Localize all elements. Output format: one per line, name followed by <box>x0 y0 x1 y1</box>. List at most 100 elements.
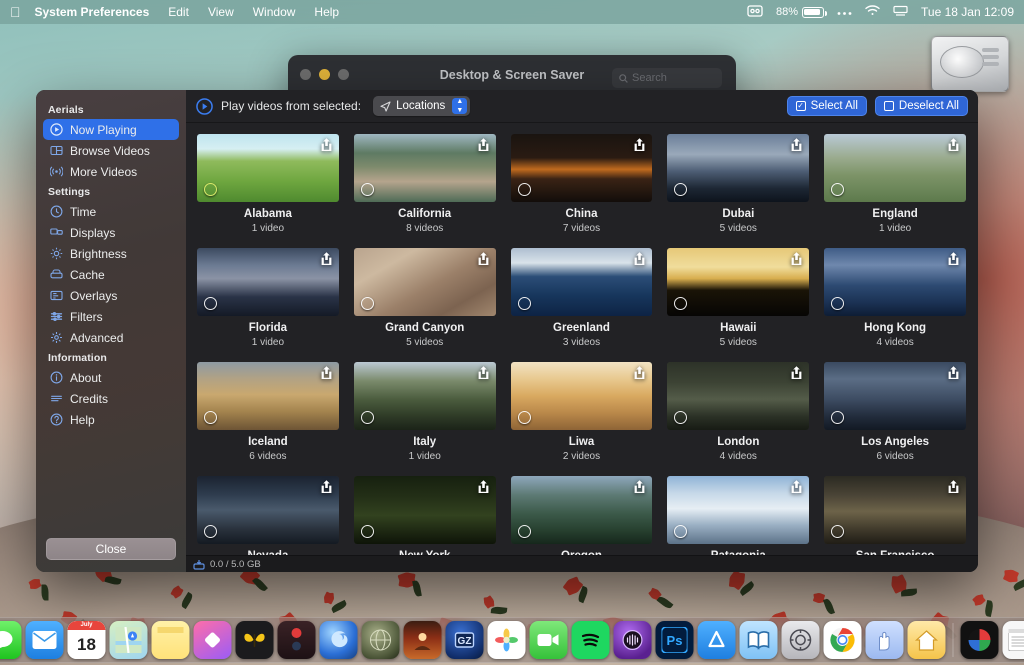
deselect-all-button[interactable]: Deselect All <box>874 96 968 116</box>
video-thumbnail[interactable] <box>510 248 653 316</box>
sidebar-item-filters[interactable]: Filters <box>43 306 179 327</box>
video-card[interactable]: Liwa 2 videos <box>510 362 653 463</box>
share-arrow-icon[interactable] <box>476 479 491 494</box>
sidebar-item-displays[interactable]: Displays <box>43 222 179 243</box>
menu-item-view[interactable]: View <box>208 5 234 19</box>
dock-item-document-window[interactable] <box>1002 621 1024 659</box>
dock-app-app-store[interactable] <box>697 621 736 659</box>
share-arrow-icon[interactable] <box>946 479 961 494</box>
video-thumbnail[interactable] <box>197 134 339 202</box>
share-arrow-icon[interactable] <box>946 137 961 152</box>
display-mirror-icon[interactable] <box>893 5 908 20</box>
video-thumbnail[interactable] <box>824 476 966 544</box>
menu-item-system-preferences[interactable]: System Preferences <box>35 5 150 19</box>
video-thumbnail[interactable] <box>353 362 496 430</box>
selection-checkbox[interactable] <box>360 297 374 310</box>
video-thumbnail[interactable] <box>510 476 653 544</box>
dock-app-photoshop[interactable]: Ps <box>655 621 694 659</box>
video-card[interactable]: Hong Kong 4 videos <box>824 248 966 349</box>
video-thumbnail[interactable] <box>667 248 810 316</box>
sidebar-item-time[interactable]: Time <box>43 201 179 222</box>
menu-item-window[interactable]: Window <box>253 5 296 19</box>
video-card[interactable]: Los Angeles 6 videos <box>824 362 966 463</box>
sidebar-item-now-playing[interactable]: Now Playing <box>43 119 179 140</box>
video-card[interactable]: London 4 videos <box>667 362 810 463</box>
share-arrow-icon[interactable] <box>632 251 647 266</box>
share-arrow-icon[interactable] <box>789 137 804 152</box>
dock-app-books[interactable] <box>739 621 778 659</box>
play-circle-icon[interactable] <box>196 97 213 115</box>
share-arrow-icon[interactable] <box>789 251 804 266</box>
selection-checkbox[interactable] <box>517 411 531 424</box>
zoom-window-button[interactable] <box>338 69 349 80</box>
sidebar-item-credits[interactable]: Credits <box>43 388 179 409</box>
share-arrow-icon[interactable] <box>632 137 647 152</box>
minimize-window-button[interactable] <box>319 69 330 80</box>
share-arrow-icon[interactable] <box>319 479 334 494</box>
dock-app-recorder[interactable] <box>277 621 316 659</box>
share-arrow-icon[interactable] <box>632 365 647 380</box>
close-window-button[interactable] <box>300 69 311 80</box>
dock-app-game-poster[interactable] <box>403 621 442 659</box>
dock-app-chrome[interactable] <box>823 621 862 659</box>
dock-app-spotify[interactable] <box>571 621 610 659</box>
share-arrow-icon[interactable] <box>319 365 334 380</box>
selection-checkbox[interactable] <box>204 297 217 310</box>
video-thumbnail[interactable] <box>353 248 496 316</box>
video-card[interactable]: Alabama 1 video <box>197 134 339 235</box>
sidebar-item-overlays[interactable]: Overlays <box>43 285 179 306</box>
video-thumbnail[interactable] <box>510 134 653 202</box>
video-thumbnail[interactable] <box>667 134 810 202</box>
selection-checkbox[interactable] <box>517 525 531 538</box>
dock-app-calendar[interactable]: July 18 <box>67 621 106 659</box>
video-card[interactable]: Oregon <box>510 476 653 564</box>
dock-app-game-globe[interactable] <box>361 621 400 659</box>
video-card[interactable]: Florida 1 video <box>197 248 339 349</box>
dock-app-mail[interactable] <box>25 621 64 659</box>
control-center-icon[interactable] <box>837 5 852 19</box>
selection-checkbox[interactable] <box>517 183 531 196</box>
share-arrow-icon[interactable] <box>946 365 961 380</box>
share-arrow-icon[interactable] <box>789 479 804 494</box>
menu-bar-clock[interactable]: Tue 18 Jan 12:09 <box>921 5 1014 19</box>
share-arrow-icon[interactable] <box>476 365 491 380</box>
video-card[interactable]: Patagonia <box>667 476 810 564</box>
video-card[interactable]: England 1 video <box>824 134 966 235</box>
video-card[interactable]: Italy 1 video <box>353 362 496 463</box>
sidebar-item-advanced[interactable]: Advanced <box>43 327 179 348</box>
video-card[interactable]: California 8 videos <box>353 134 496 235</box>
video-card[interactable]: Nevada <box>197 476 339 564</box>
video-thumbnail[interactable] <box>510 362 653 430</box>
selection-checkbox[interactable] <box>204 411 217 424</box>
dock-app-firefox[interactable] <box>319 621 358 659</box>
source-popup-button[interactable]: Locations ▲ ▼ <box>373 96 471 116</box>
wifi-icon[interactable] <box>865 5 880 19</box>
share-arrow-icon[interactable] <box>319 137 334 152</box>
video-thumbnail[interactable] <box>197 476 339 544</box>
video-thumbnail[interactable] <box>667 362 810 430</box>
dock-app-audio-app[interactable] <box>613 621 652 659</box>
dock-app-facetime[interactable] <box>529 621 568 659</box>
video-card[interactable]: Grand Canyon 5 videos <box>353 248 496 349</box>
share-arrow-icon[interactable] <box>632 479 647 494</box>
video-thumbnail[interactable] <box>824 362 966 430</box>
dock-app-sign-language[interactable] <box>865 621 904 659</box>
apple-logo-icon[interactable]:  <box>10 5 21 19</box>
video-thumbnail[interactable] <box>353 134 496 202</box>
share-arrow-icon[interactable] <box>319 251 334 266</box>
dock-app-notes[interactable] <box>151 621 190 659</box>
menu-item-help[interactable]: Help <box>314 5 339 19</box>
dock-app-messages[interactable] <box>0 621 22 659</box>
video-card[interactable]: Greenland 3 videos <box>510 248 653 349</box>
video-grid-scroll[interactable]: Alabama 1 video California 8 videos China 7 v… <box>186 123 978 572</box>
dock-item-color-picker[interactable] <box>960 621 999 659</box>
selection-checkbox[interactable] <box>360 183 374 196</box>
video-thumbnail[interactable] <box>197 362 339 430</box>
video-thumbnail[interactable] <box>197 248 339 316</box>
battery-status[interactable]: 88% <box>776 6 827 18</box>
video-thumbnail[interactable] <box>824 134 966 202</box>
sidebar-item-browse-videos[interactable]: Browse Videos <box>43 140 179 161</box>
video-card[interactable]: San Francisco <box>824 476 966 564</box>
selection-checkbox[interactable] <box>360 411 374 424</box>
dock-app-gz-app[interactable]: GZ <box>445 621 484 659</box>
